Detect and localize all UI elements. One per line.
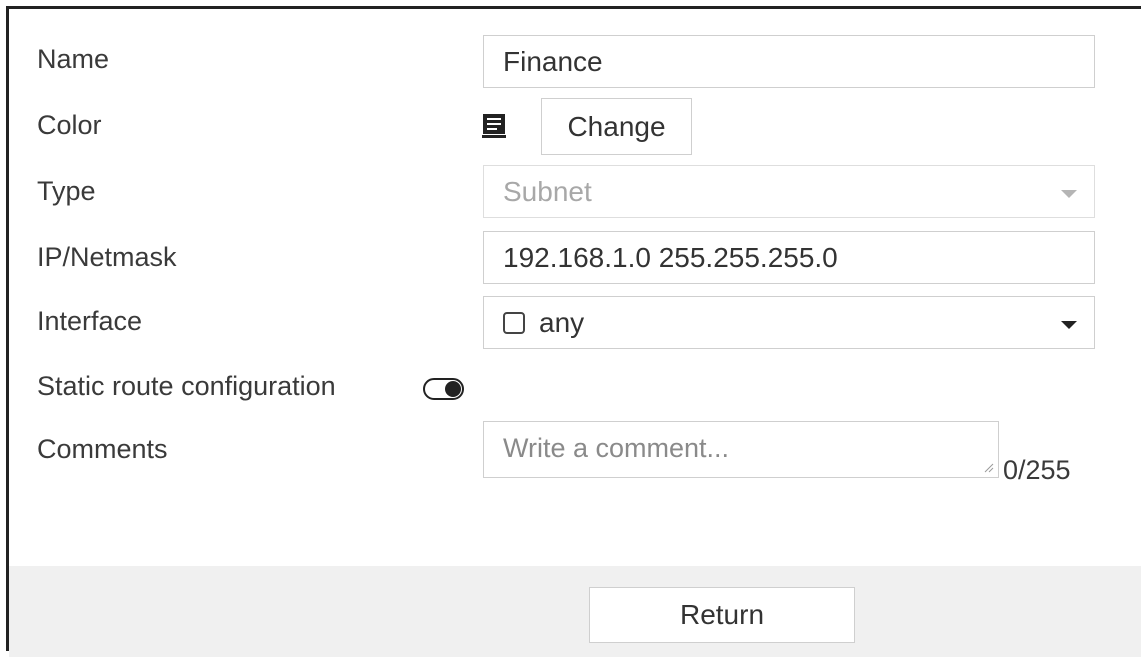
ip-netmask-input[interactable]: 192.168.1.0 255.255.255.0 <box>483 231 1095 284</box>
comments-textarea[interactable]: Write a comment... <box>483 421 999 478</box>
comments-placeholder: Write a comment... <box>503 433 730 463</box>
type-value: Subnet <box>503 175 592 207</box>
ip-netmask-value: 192.168.1.0 255.255.255.0 <box>503 241 838 273</box>
chevron-down-icon <box>1061 320 1077 329</box>
color-swatch-icon <box>482 114 506 138</box>
interface-label: Interface <box>37 306 143 336</box>
chevron-down-icon <box>1061 189 1077 198</box>
footer-bar: Return <box>9 566 1141 657</box>
name-input[interactable]: Finance <box>483 35 1095 88</box>
static-route-label: Static route configuration <box>37 371 336 401</box>
return-button[interactable]: Return <box>589 587 855 643</box>
name-label: Name <box>37 44 110 74</box>
comment-char-counter: 0/255 <box>1003 455 1071 485</box>
resize-grip-icon[interactable] <box>982 461 994 473</box>
name-value: Finance <box>503 45 603 77</box>
change-color-button[interactable]: Change <box>541 98 692 155</box>
interface-icon <box>503 311 525 334</box>
static-route-toggle[interactable] <box>423 378 464 400</box>
color-label: Color <box>37 110 102 140</box>
ip-netmask-label: IP/Netmask <box>37 242 177 272</box>
address-form-panel: Name Finance Color Change Type Subnet IP… <box>6 6 1141 657</box>
type-label: Type <box>37 176 96 206</box>
comments-label: Comments <box>37 434 168 464</box>
type-select: Subnet <box>483 165 1095 218</box>
interface-select[interactable]: any <box>483 296 1095 349</box>
interface-value: any <box>539 306 585 338</box>
toggle-knob <box>445 381 461 397</box>
